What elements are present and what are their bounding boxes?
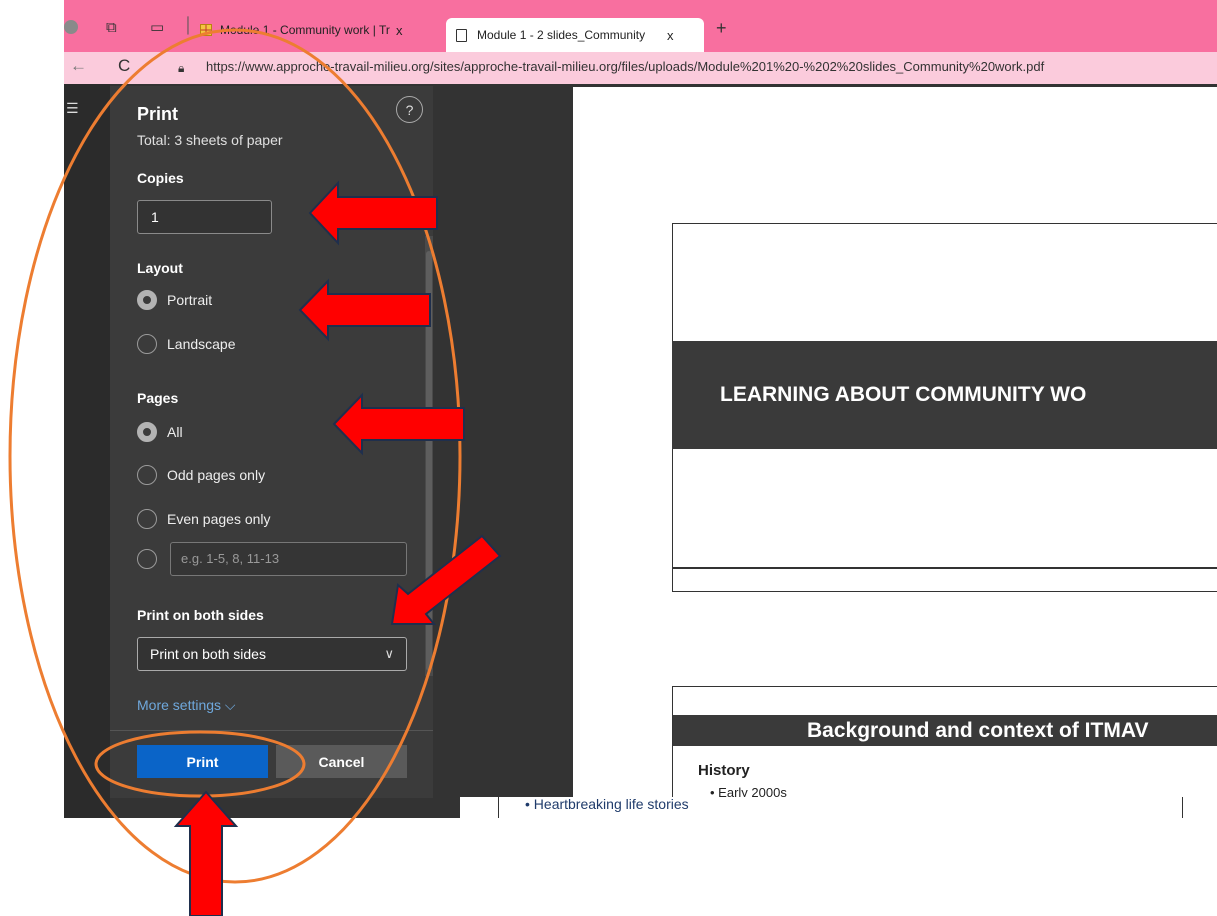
layout-landscape-radio[interactable]: Landscape: [137, 334, 236, 354]
more-settings-link[interactable]: More settings ⌵: [137, 697, 236, 714]
reload-button[interactable]: C: [118, 57, 130, 74]
pages-all-radio[interactable]: All: [137, 422, 183, 442]
tab-pdf-slides[interactable]: Module 1 - 2 slides_Community x: [446, 18, 704, 52]
radio-label: Portrait: [167, 292, 213, 308]
sheet-total: Total: 3 sheets of paper: [137, 132, 283, 148]
back-button[interactable]: ←: [70, 57, 87, 74]
document-bullet: • Heartbreaking life stories: [525, 796, 689, 812]
scrollbar-thumb[interactable]: [426, 251, 432, 671]
radio-checked-icon: [137, 290, 157, 310]
chevron-down-icon: ∨: [384, 646, 394, 661]
radio-unchecked-icon: [137, 334, 157, 354]
radio-unchecked-icon: [137, 549, 157, 569]
duplex-value: Print on both sides: [150, 646, 266, 662]
new-tab-button[interactable]: +: [716, 19, 727, 37]
radio-checked-icon: [137, 422, 157, 442]
contents-icon[interactable]: ☰: [66, 100, 79, 116]
help-button[interactable]: ?: [396, 96, 423, 123]
slide-footer-frame: [672, 567, 1217, 592]
tab-separator: │: [184, 17, 194, 34]
layout-label: Layout: [137, 260, 183, 276]
radio-label: All: [167, 424, 183, 440]
cancel-button[interactable]: Cancel: [276, 745, 407, 778]
pages-custom-radio[interactable]: [137, 549, 167, 569]
page-range-input[interactable]: e.g. 1-5, 8, 11-13: [170, 542, 407, 576]
tab-title: Module 1 - 2 slides_Community: [477, 28, 646, 42]
url-field[interactable]: https://www.approche-travail-milieu.org/…: [206, 59, 1044, 74]
radio-label: Even pages only: [167, 511, 271, 527]
print-button[interactable]: Print: [137, 745, 268, 778]
layout-portrait-radio[interactable]: Portrait: [137, 290, 212, 310]
slide-bullet: • Early 2000s: [710, 785, 787, 797]
pages-label: Pages: [137, 390, 179, 406]
tab-title: Module 1 - Community work | Tr: [220, 23, 390, 37]
viewer-sidebar: [64, 84, 110, 818]
slide-title: Background and context of ITMAV: [673, 715, 1217, 746]
site-favicon-icon: [200, 24, 212, 36]
close-icon[interactable]: x: [667, 28, 674, 43]
workspaces-icon[interactable]: ⧉: [106, 20, 117, 36]
duplex-select[interactable]: Print on both sides ∨: [137, 637, 407, 671]
radio-unchecked-icon: [137, 509, 157, 529]
pages-odd-radio[interactable]: Odd pages only: [137, 465, 265, 485]
pages-even-radio[interactable]: Even pages only: [137, 509, 271, 529]
close-icon[interactable]: x: [396, 23, 403, 38]
radio-unchecked-icon: [137, 465, 157, 485]
tab-community-work[interactable]: Module 1 - Community work | Tr x: [200, 16, 403, 44]
slide-heading: History: [698, 762, 750, 779]
duplex-label: Print on both sides: [137, 607, 264, 623]
profile-icon[interactable]: [64, 20, 78, 34]
screenshot: ⧉ ▭ │ Module 1 - Community work | Tr x M…: [0, 0, 1217, 916]
slide-title: LEARNING ABOUT COMMUNITY WO: [672, 341, 1217, 449]
lock-icon[interactable]: 🔒︎: [178, 60, 184, 76]
radio-label: Landscape: [167, 336, 236, 352]
radio-label: Odd pages only: [167, 467, 266, 483]
tab-actions-icon[interactable]: ▭: [150, 20, 164, 36]
document-icon: [456, 28, 467, 42]
dialog-title: Print: [137, 104, 179, 124]
print-dialog: Print Total: 3 sheets of paper ? Copies …: [110, 86, 433, 798]
divider: [110, 730, 433, 731]
copies-label: Copies: [137, 170, 184, 186]
copies-input[interactable]: 1: [137, 200, 272, 234]
